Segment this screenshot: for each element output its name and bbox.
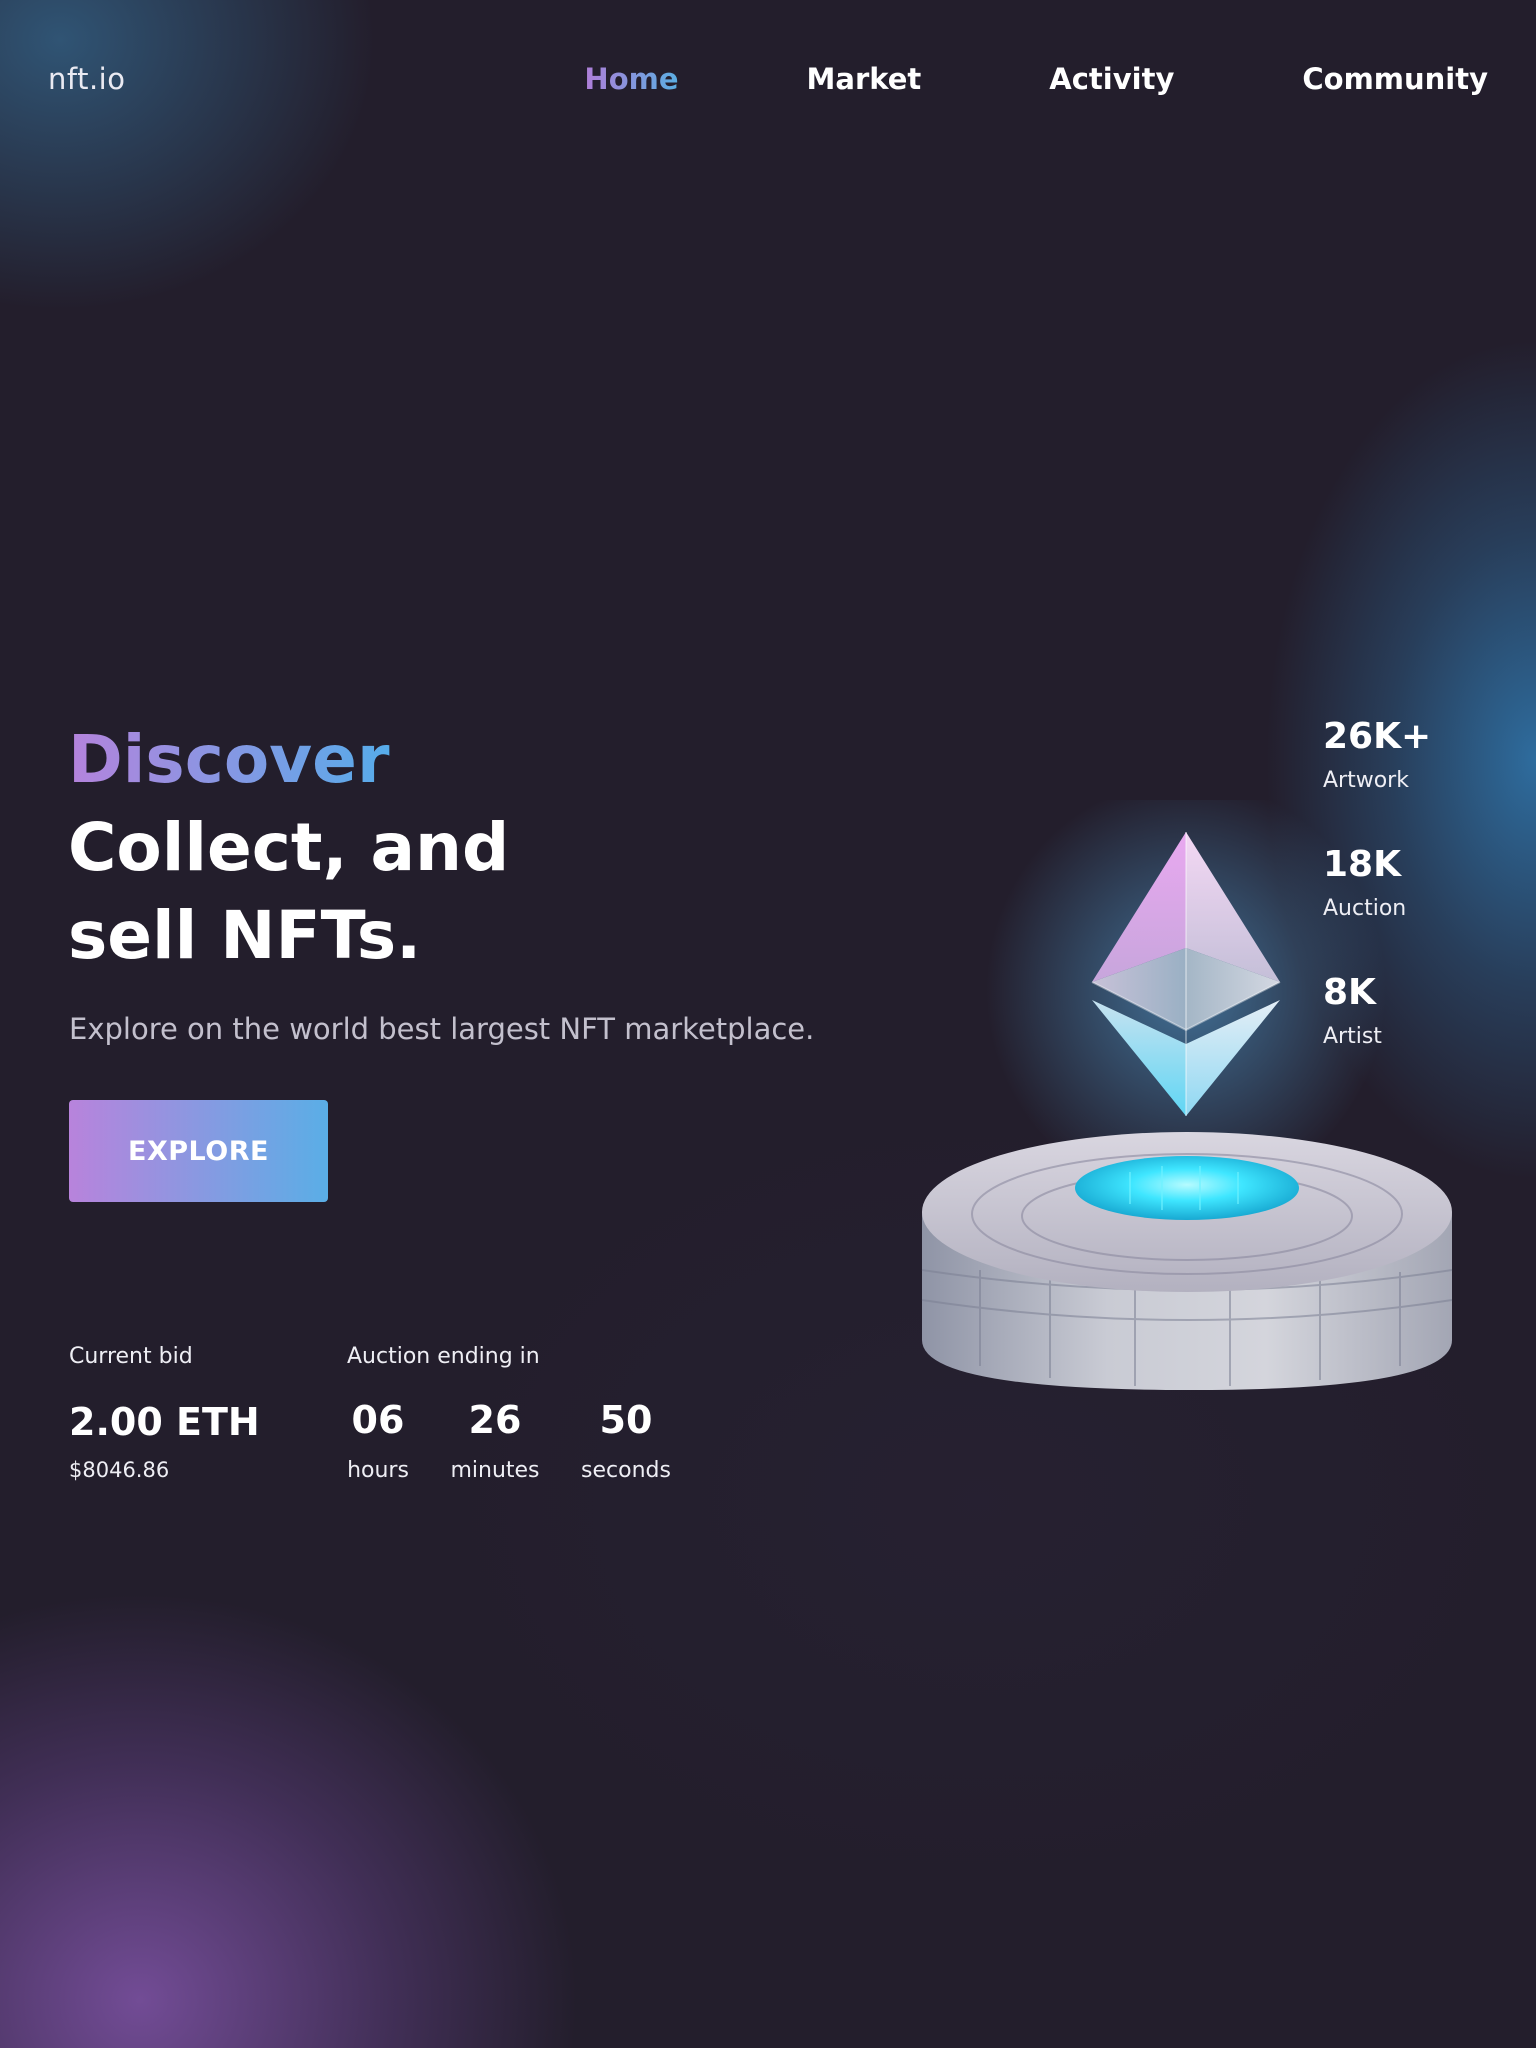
nav-community[interactable]: Community	[1302, 62, 1488, 96]
stat-artist-value: 8K	[1323, 972, 1376, 1013]
current-bid-label: Current bid	[69, 1344, 193, 1369]
hero-title-line-1: Collect, and	[68, 809, 510, 886]
countdown-minutes-value: 26	[468, 1398, 522, 1442]
hero-title-line-2: sell NFTs.	[68, 897, 422, 974]
countdown-minutes-label: minutes	[450, 1458, 540, 1483]
current-bid-usd: $8046.86	[69, 1458, 170, 1482]
countdown-seconds: 50 seconds	[581, 1398, 671, 1483]
stat-artwork-value: 26K+	[1323, 716, 1432, 757]
hero-subtitle: Explore on the world best largest NFT ma…	[69, 1012, 815, 1046]
countdown-hours-label: hours	[347, 1458, 409, 1483]
auction-ending-label: Auction ending in	[347, 1344, 540, 1369]
countdown-hours-value: 06	[351, 1398, 405, 1442]
nav-home[interactable]: Home	[584, 62, 678, 96]
stat-auction-label: Auction	[1323, 896, 1407, 921]
countdown-seconds-value: 50	[599, 1398, 653, 1442]
stat-artist: 8K Artist	[1323, 972, 1382, 1049]
current-bid-eth: 2.00 ETH	[69, 1400, 260, 1444]
countdown-seconds-label: seconds	[581, 1458, 671, 1483]
nav-activity[interactable]: Activity	[1049, 62, 1174, 96]
site-logo[interactable]: nft.io	[48, 62, 125, 96]
stat-artwork-label: Artwork	[1323, 768, 1409, 793]
hero-highlight-word: Discover	[68, 718, 390, 802]
stat-artwork: 26K+ Artwork	[1323, 716, 1431, 793]
stat-auction-value: 18K	[1323, 844, 1401, 885]
stat-artist-label: Artist	[1323, 1024, 1382, 1049]
countdown-hours: 06 hours	[347, 1398, 409, 1483]
countdown-minutes: 26 minutes	[450, 1398, 539, 1483]
nav-market[interactable]: Market	[807, 62, 922, 96]
explore-button[interactable]: EXPLORE	[69, 1100, 328, 1202]
stat-auction: 18K Auction	[1323, 844, 1406, 921]
main-nav: Home Market Activity Community	[456, 62, 1488, 96]
hero-title: Collect, and sell NFTs.	[68, 804, 509, 980]
